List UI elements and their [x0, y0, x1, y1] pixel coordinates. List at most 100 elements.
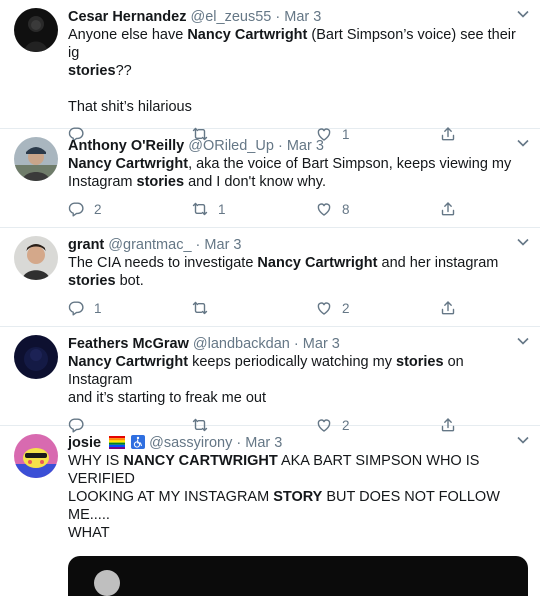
chevron-down-icon[interactable] [516, 235, 530, 249]
chevron-down-icon[interactable] [516, 334, 530, 348]
display-name[interactable]: Feathers McGraw [68, 336, 189, 352]
tweet-feed: Cesar Hernandez @el_zeus55 · Mar 3 Anyon… [0, 0, 540, 596]
retweet-icon [192, 202, 208, 216]
separator-dot: · [275, 9, 281, 25]
user-handle[interactable]: @grantmac_ [108, 237, 191, 253]
heart-icon [317, 302, 331, 315]
text-fragment: Instagram [68, 174, 137, 190]
text-fragment: WHY IS [68, 453, 124, 469]
text-fragment: and her instagram [377, 255, 499, 271]
retweet-icon [192, 301, 208, 315]
share-icon [441, 202, 455, 216]
text-fragment: bot. [115, 273, 144, 289]
reply-icon [68, 202, 84, 217]
tweet-text: Nancy Cartwright keeps periodically watc… [68, 353, 526, 407]
user-handle[interactable]: @sassyirony [149, 435, 232, 451]
text-fragment: ?? [115, 63, 132, 79]
like-button[interactable]: 8 [316, 201, 440, 217]
highlight-term: Nancy Cartwright [68, 156, 189, 172]
avatar[interactable] [14, 8, 58, 52]
avatar[interactable] [14, 434, 58, 478]
text-fragment: The CIA needs to investigate [68, 255, 258, 271]
user-handle[interactable]: @el_zeus55 [191, 9, 272, 25]
tweet[interactable]: grant @grantmac_ · Mar 3 The CIA needs t… [0, 228, 540, 327]
display-name[interactable]: josie [68, 435, 101, 451]
tweet[interactable]: josie @sassyirony · Mar 3 WHY IS NANCY C… [0, 426, 540, 596]
share-button[interactable] [440, 300, 456, 316]
tweet-header: Cesar Hernandez @el_zeus55 · Mar 3 [68, 8, 526, 26]
avatar[interactable] [14, 236, 58, 280]
text-line: and it’s starting to freak me out [68, 390, 267, 406]
tweet-header: Feathers McGraw @landbackdan · Mar 3 [68, 335, 526, 353]
share-button[interactable] [440, 201, 456, 217]
tweet-date[interactable]: Mar 3 [303, 336, 340, 352]
retweet-button[interactable] [192, 300, 316, 316]
tweet-header: josie @sassyirony · Mar 3 [68, 434, 526, 452]
highlight-term: Nancy Cartwright [187, 27, 308, 43]
chevron-down-icon[interactable] [516, 433, 530, 447]
highlight-term: STORY [273, 489, 323, 505]
tweet-text: The CIA needs to investigate Nancy Cartw… [68, 254, 526, 290]
tweet-date[interactable]: Mar 3 [284, 9, 321, 25]
text-fragment: , aka the voice of Bart Simpson, keeps v… [188, 156, 512, 172]
tweet-media[interactable] [68, 556, 528, 596]
tweet-date[interactable]: Mar 3 [287, 138, 324, 154]
like-count: 8 [342, 201, 350, 217]
highlight-term: stories [136, 174, 185, 190]
tweet-date[interactable]: Mar 3 [204, 237, 241, 253]
highlight-term: NANCY CARTWRIGHT [123, 453, 278, 469]
user-handle[interactable]: @landbackdan [193, 336, 290, 352]
text-line: WHAT [68, 525, 110, 541]
chevron-down-icon[interactable] [516, 7, 530, 21]
user-handle[interactable]: @ORiled_Up [188, 138, 274, 154]
heart-icon [317, 203, 331, 216]
text-fragment: Anyone else have [68, 27, 188, 43]
tweet-text: Nancy Cartwright, aka the voice of Bart … [68, 155, 526, 191]
avatar[interactable] [14, 137, 58, 181]
tweet-text: WHY IS NANCY CARTWRIGHT AKA BART SIMPSON… [68, 452, 526, 542]
avatar-image [14, 236, 58, 280]
highlight-term: stories [68, 273, 116, 289]
reply-icon [68, 301, 84, 316]
wheelchair-icon [131, 435, 146, 449]
tweet-header: grant @grantmac_ · Mar 3 [68, 236, 526, 254]
display-name[interactable]: Anthony O'Reilly [68, 138, 184, 154]
text-fragment: LOOKING AT MY INSTAGRAM [68, 489, 274, 505]
reply-button[interactable]: 2 [68, 201, 192, 217]
tweet[interactable]: Anthony O'Reilly @ORiled_Up · Mar 3 Nanc… [0, 129, 540, 228]
separator-dot: · [236, 435, 242, 451]
tweet-text: Anyone else have Nancy Cartwright (Bart … [68, 26, 526, 116]
avatar-image [14, 434, 58, 478]
reply-button[interactable]: 1 [68, 300, 192, 316]
tweet[interactable]: Cesar Hernandez @el_zeus55 · Mar 3 Anyon… [0, 0, 540, 142]
display-name[interactable]: grant [68, 237, 104, 253]
avatar[interactable] [14, 335, 58, 379]
chevron-down-icon[interactable] [516, 136, 530, 150]
tweet-actions: 2 1 8 [68, 191, 526, 227]
tweet-header: Anthony O'Reilly @ORiled_Up · Mar 3 [68, 137, 526, 155]
highlight-term: Nancy Cartwright [257, 255, 378, 271]
avatar-image [14, 335, 58, 379]
avatar-image [14, 137, 58, 181]
reply-count: 1 [94, 300, 102, 316]
text-fragment: and I don't know why. [184, 174, 327, 190]
tweet-actions: 1 2 [68, 290, 526, 326]
highlight-term: Nancy Cartwright [68, 354, 189, 370]
like-count: 2 [342, 300, 350, 316]
share-icon [441, 301, 455, 315]
highlight-term: stories [396, 354, 444, 370]
like-button[interactable]: 2 [316, 300, 440, 316]
separator-dot: · [293, 336, 299, 352]
display-name[interactable]: Cesar Hernandez [68, 9, 186, 25]
media-thumbnail [94, 570, 120, 596]
text-line: That shit’s hilarious [68, 99, 192, 115]
retweet-button[interactable]: 1 [192, 201, 316, 217]
separator-dot: · [277, 138, 283, 154]
avatar-image [14, 8, 58, 52]
tweet[interactable]: Feathers McGraw @landbackdan · Mar 3 Nan… [0, 327, 540, 433]
reply-count: 2 [94, 201, 102, 217]
tweet-date[interactable]: Mar 3 [245, 435, 282, 451]
highlight-term: stories [68, 63, 116, 79]
separator-dot: · [195, 237, 201, 253]
rainbow-flag-icon [109, 436, 126, 449]
